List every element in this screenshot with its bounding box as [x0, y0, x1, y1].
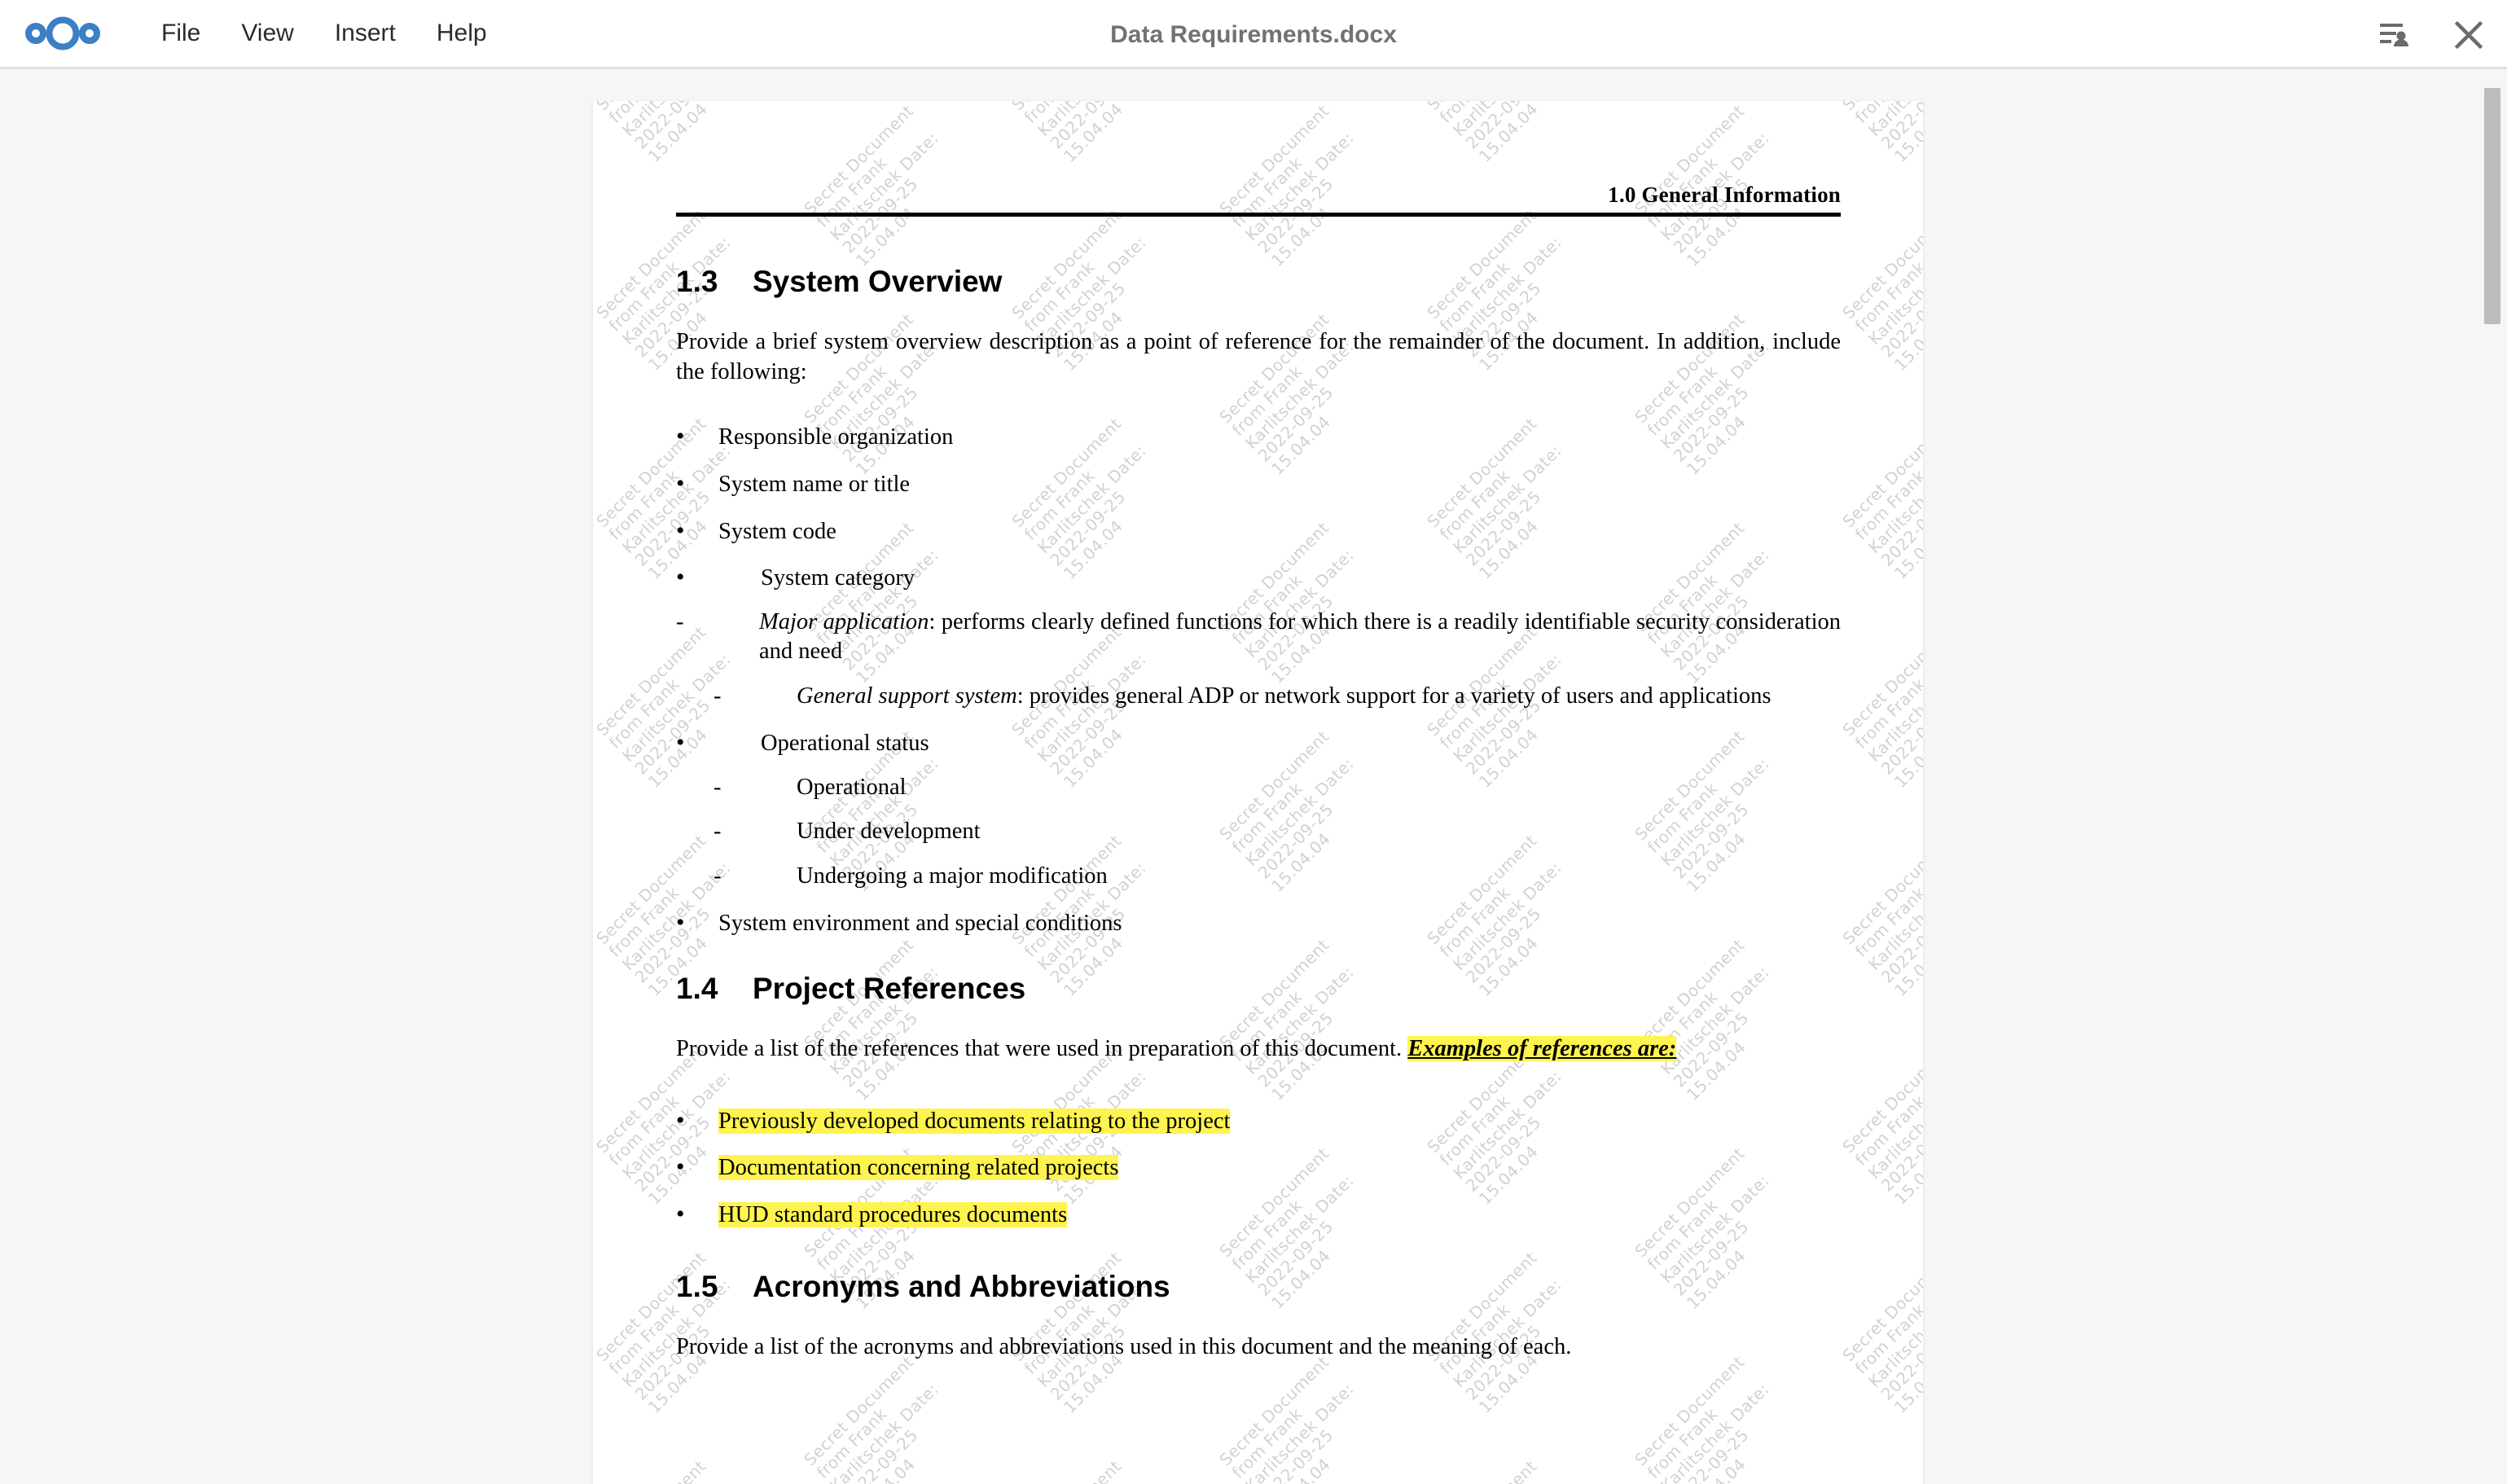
- menu-view[interactable]: View: [226, 13, 308, 54]
- sublist-item: Undergoing a major modification: [676, 862, 1841, 892]
- heading-1-4-title: Project References: [753, 971, 1026, 1005]
- watermark-text: Secret Documentfrom FrankKarlitschek Dat…: [1838, 205, 1923, 375]
- menu-help[interactable]: Help: [422, 13, 502, 54]
- watermark-text: Secret Documentfrom FrankKarlitschek Dat…: [1423, 101, 1565, 166]
- heading-1-5-title: Acronyms and Abbreviations: [753, 1269, 1170, 1303]
- sublist-item-general-support-system: General support system: provides general…: [676, 682, 1841, 712]
- watermark-text: Secret Documentfrom FrankKarlitschek Dat…: [593, 101, 735, 166]
- list-item: Previously developed documents relating …: [676, 1105, 1841, 1136]
- toolbar-actions: [2378, 0, 2484, 69]
- vertical-scrollbar-track[interactable]: [2481, 72, 2507, 1484]
- sublist-item-label: Operational: [797, 774, 907, 800]
- system-environment-list: System environment and special condition…: [676, 907, 1841, 938]
- term-general-support-system-desc: : provides general ADP or network suppor…: [1016, 683, 1772, 709]
- system-category-sublist: Major application: performs clearly defi…: [676, 608, 1841, 712]
- vertical-scrollbar-thumb[interactable]: [2484, 88, 2500, 324]
- list-item-label: Operational status: [761, 731, 929, 757]
- sublist-item-major-application: Major application: performs clearly defi…: [676, 608, 1841, 667]
- watermark-text: Secret Documentfrom FrankKarlitschek Dat…: [1631, 1352, 1773, 1484]
- nextcloud-logo[interactable]: [13, 0, 112, 68]
- app-toolbar: File View Insert Help Data Requirements.…: [0, 0, 2507, 69]
- watermark-text: Secret Documentfrom FrankKarlitschek Dat…: [1838, 831, 1923, 1000]
- heading-1-3-number: 1.3: [676, 265, 718, 298]
- document-body: 1.3 System Overview Provide a brief syst…: [676, 264, 1841, 1362]
- list-item: Responsible organization: [676, 421, 1841, 452]
- sublist-item-label: Undergoing a major modification: [797, 863, 1108, 889]
- paragraph-1-4-plain: Provide a list of the references that we…: [676, 1036, 1408, 1062]
- watermark-text: Secret Documentfrom FrankKarlitschek Dat…: [1423, 1456, 1592, 1484]
- list-item: System code: [676, 516, 1841, 547]
- watermark-text: Secret Documentfrom FrankKarlitschek Dat…: [1838, 101, 1923, 166]
- term-major-application: Major application: [759, 608, 929, 634]
- heading-1-3-title: System Overview: [753, 265, 1003, 298]
- list-item-label: System code: [718, 518, 836, 544]
- watermark-text: Secret Documentfrom FrankKarlitschek Dat…: [1838, 622, 1923, 792]
- running-header: 1.0 General Information: [676, 182, 1841, 217]
- list-item: System name or title: [676, 468, 1841, 499]
- document-page[interactable]: Secret Documentfrom FrankKarlitschek Dat…: [593, 101, 1923, 1484]
- paragraph-1-4-intro: Provide a list of the references that we…: [676, 1034, 1841, 1064]
- highlighted-examples-text: Examples of references are:: [1407, 1036, 1677, 1062]
- watermark-text: Secret Documentfrom FrankKarlitschek Dat…: [593, 1456, 761, 1484]
- term-general-support-system: General support system: [797, 683, 1017, 709]
- heading-1-4-number: 1.4: [676, 971, 718, 1005]
- menu-file[interactable]: File: [147, 13, 215, 54]
- paragraph-1-3-intro: Provide a brief system overview descript…: [676, 329, 1841, 384]
- paragraph-1-5-intro: Provide a list of the acronyms and abbre…: [676, 1334, 1572, 1360]
- system-overview-list: Responsible organization System name or …: [676, 421, 1841, 593]
- list-item-label: HUD standard procedures documents: [718, 1202, 1068, 1227]
- list-item: Documentation concerning related project…: [676, 1152, 1841, 1183]
- watermark-text: Secret Documentfrom FrankKarlitschek Dat…: [1838, 1039, 1923, 1209]
- watermark-text: Secret Documentfrom FrankKarlitschek Dat…: [1838, 1248, 1923, 1417]
- list-item-label: Previously developed documents relating …: [718, 1108, 1231, 1134]
- list-item-label: System name or title: [718, 471, 911, 497]
- list-item-operational-status: Operational status: [676, 727, 1841, 758]
- watermark-text: Secret Documentfrom FrankKarlitschek Dat…: [1215, 1352, 1358, 1484]
- list-item: System environment and special condition…: [676, 907, 1841, 938]
- heading-1-5-number: 1.5: [676, 1269, 718, 1303]
- list-item-system-category: System category: [676, 562, 1841, 593]
- list-item-label: Documentation concerning related project…: [718, 1155, 1119, 1181]
- list-item: HUD standard procedures documents: [676, 1199, 1841, 1230]
- list-item-label: System category: [761, 565, 915, 591]
- heading-1-3: 1.3 System Overview: [676, 264, 1841, 300]
- menu-insert[interactable]: Insert: [320, 13, 411, 54]
- operational-status-sublist: Operational Under development Undergoing…: [676, 773, 1841, 892]
- menu-bar: File View Insert Help: [147, 13, 502, 54]
- watermark-text: Secret Documentfrom FrankKarlitschek Dat…: [1838, 414, 1923, 583]
- watermark-text: Secret Documentfrom FrankKarlitschek Dat…: [1008, 101, 1149, 166]
- watermark-text: Secret Documentfrom FrankKarlitschek Dat…: [800, 1352, 942, 1484]
- watermark-text: Secret Documentfrom FrankKarlitschek Dat…: [1838, 1456, 1923, 1484]
- close-icon[interactable]: [2453, 20, 2484, 50]
- list-item-label: Responsible organization: [718, 424, 954, 450]
- manage-users-icon[interactable]: [2378, 20, 2411, 50]
- sublist-item-label: Under development: [797, 819, 981, 845]
- nextcloud-logo-icon: [25, 16, 100, 50]
- sublist-item: Operational: [676, 773, 1841, 803]
- document-scroll-area[interactable]: Secret Documentfrom FrankKarlitschek Dat…: [0, 72, 2507, 1484]
- heading-1-5: 1.5 Acronyms and Abbreviations: [676, 1269, 1841, 1305]
- project-references-list: Previously developed documents relating …: [676, 1105, 1841, 1230]
- operational-status-list: Operational status: [676, 727, 1841, 758]
- sublist-item: Under development: [676, 817, 1841, 847]
- list-item-label: System environment and special condition…: [718, 911, 1122, 937]
- watermark-text: Secret Documentfrom FrankKarlitschek Dat…: [1008, 1456, 1176, 1484]
- heading-1-4: 1.4 Project References: [676, 971, 1841, 1007]
